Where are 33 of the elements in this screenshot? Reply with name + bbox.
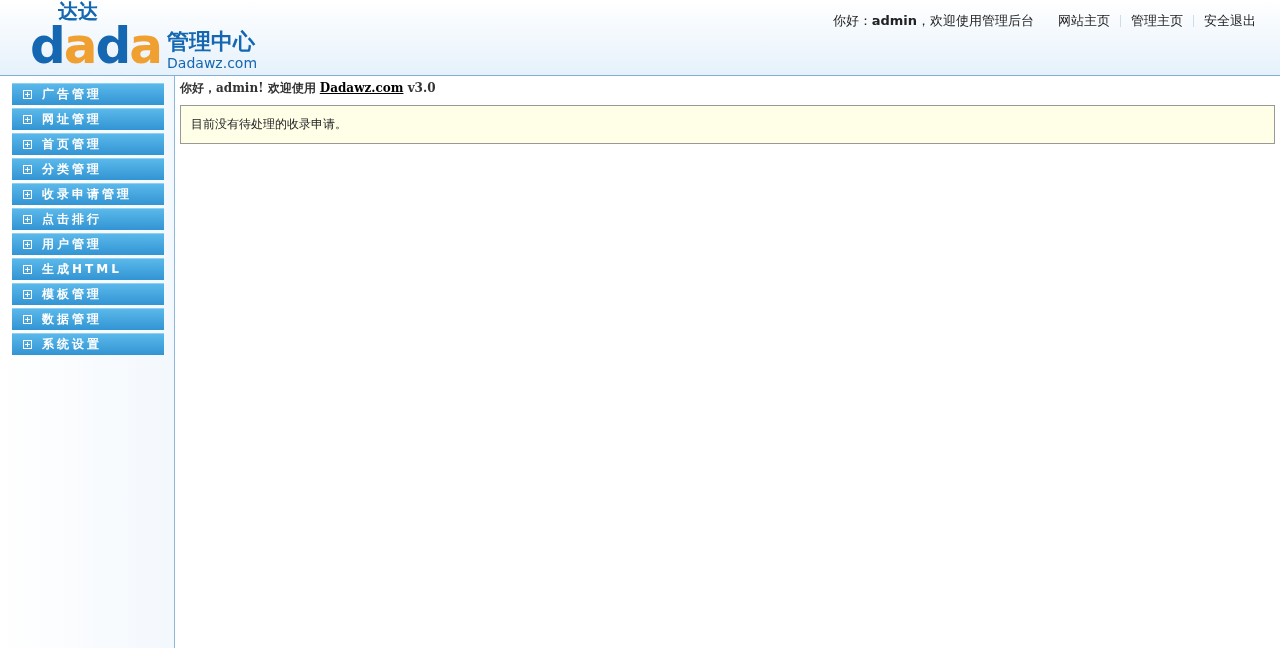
sidebar-menu-item[interactable]: 广告管理 xyxy=(12,83,164,105)
expand-icon xyxy=(23,115,32,124)
sidebar-menu-item[interactable]: 收录申请管理 xyxy=(12,183,164,205)
sidebar-menu-item[interactable]: 生成HTML xyxy=(12,258,164,280)
sidebar-menu-item[interactable]: 模板管理 xyxy=(12,283,164,305)
header-link[interactable]: 网站主页 xyxy=(1058,12,1110,30)
sidebar-menu-item[interactable]: 网址管理 xyxy=(12,108,164,130)
sidebar-menu-item[interactable]: 分类管理 xyxy=(12,158,164,180)
logo-domain: Dadawz.com xyxy=(167,55,258,71)
sidebar-menu-item[interactable]: 点击排行 xyxy=(12,208,164,230)
sidebar-menu-item[interactable]: 用户管理 xyxy=(12,233,164,255)
header-link[interactable]: 管理主页 xyxy=(1131,12,1183,30)
expand-icon xyxy=(23,190,32,199)
expand-icon xyxy=(23,215,32,224)
sidebar-menu-item[interactable]: 数据管理 xyxy=(12,308,164,330)
header-link[interactable]: 安全退出 xyxy=(1204,12,1256,30)
notice-box: 目前没有待处理的收录申请。 xyxy=(180,105,1275,144)
expand-icon xyxy=(23,290,32,299)
expand-icon xyxy=(23,165,32,174)
expand-icon xyxy=(23,90,32,99)
expand-icon xyxy=(23,340,32,349)
logo-title: 管理中心 xyxy=(167,29,257,55)
site-link[interactable]: Dadawz.com xyxy=(319,81,404,95)
expand-icon xyxy=(23,315,32,324)
expand-icon xyxy=(23,240,32,249)
expand-icon xyxy=(23,265,32,274)
sidebar-menu-item[interactable]: 首页管理 xyxy=(12,133,164,155)
welcome-text: 你好，admin! 欢迎使用 Dadawz.com v3.0 xyxy=(180,80,437,97)
logo-wordmark: dada xyxy=(30,22,162,70)
sidebar-menu-item[interactable]: 系统设置 xyxy=(12,333,164,355)
greeting-text: 你好：admin，欢迎使用管理后台 xyxy=(832,12,1034,30)
expand-icon xyxy=(23,140,32,149)
logo-top-text: 达达 xyxy=(58,0,98,22)
